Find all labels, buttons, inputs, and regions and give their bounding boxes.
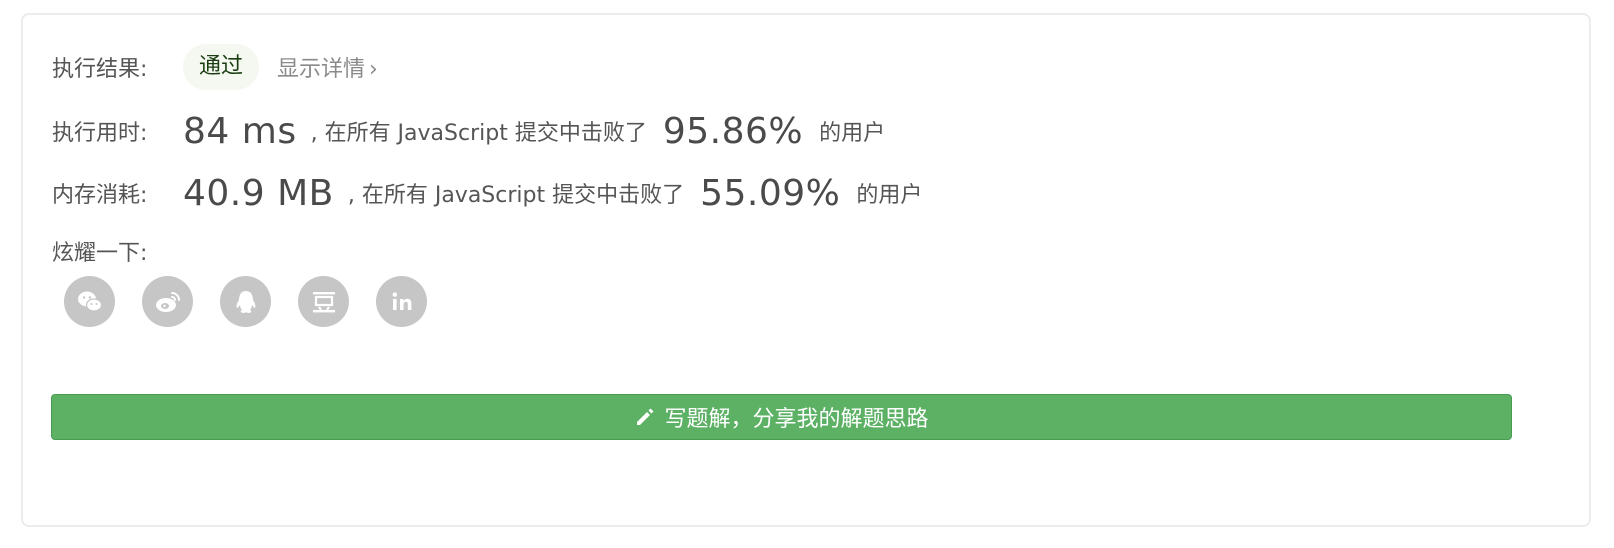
share-icons xyxy=(64,276,454,327)
write-solution-button[interactable]: 写题解，分享我的解题思路 xyxy=(51,394,1512,440)
submission-result-card xyxy=(21,13,1591,527)
result-row: 执行结果: 通过 显示详情 › xyxy=(52,44,378,90)
memory-label: 内存消耗: xyxy=(52,183,148,208)
result-label: 执行结果: xyxy=(52,57,148,82)
status-badge: 通过 xyxy=(183,44,260,90)
weibo-icon xyxy=(155,291,180,312)
share-label: 炫耀一下: xyxy=(52,241,148,266)
runtime-row: 执行用时: 84 ms , 在所有 JavaScript 提交中击败了 95.8… xyxy=(52,108,885,154)
share-row: 炫耀一下: xyxy=(52,236,147,266)
runtime-tail: 的用户 xyxy=(819,121,886,146)
runtime-value: 84 ms xyxy=(183,110,297,152)
wechat-icon xyxy=(77,291,102,312)
runtime-middle-text: , 在所有 JavaScript 提交中击败了 xyxy=(310,121,647,146)
linkedin-icon xyxy=(392,291,411,310)
memory-row: 内存消耗: 40.9 MB , 在所有 JavaScript 提交中击败了 55… xyxy=(52,170,922,216)
memory-value: 40.9 MB xyxy=(183,172,334,214)
wechat-share-button[interactable] xyxy=(64,276,115,327)
weibo-share-button[interactable] xyxy=(142,276,193,327)
douban-icon xyxy=(312,291,335,312)
douban-share-button[interactable] xyxy=(298,276,349,327)
memory-percent: 55.09% xyxy=(700,172,841,214)
qq-share-button[interactable] xyxy=(220,276,271,327)
chevron-right-icon: › xyxy=(369,57,378,82)
write-solution-label: 写题解，分享我的解题思路 xyxy=(664,407,929,432)
linkedin-share-button[interactable] xyxy=(376,276,427,327)
runtime-label: 执行用时: xyxy=(52,121,148,146)
runtime-percent: 95.86% xyxy=(662,110,804,152)
pencil-icon xyxy=(634,406,656,428)
qq-icon xyxy=(236,290,255,313)
show-details-label: 显示详情 xyxy=(277,57,366,82)
memory-middle-text: , 在所有 JavaScript 提交中击败了 xyxy=(347,183,685,208)
show-details-link[interactable]: 显示详情 › xyxy=(277,51,378,83)
memory-tail: 的用户 xyxy=(856,183,923,208)
